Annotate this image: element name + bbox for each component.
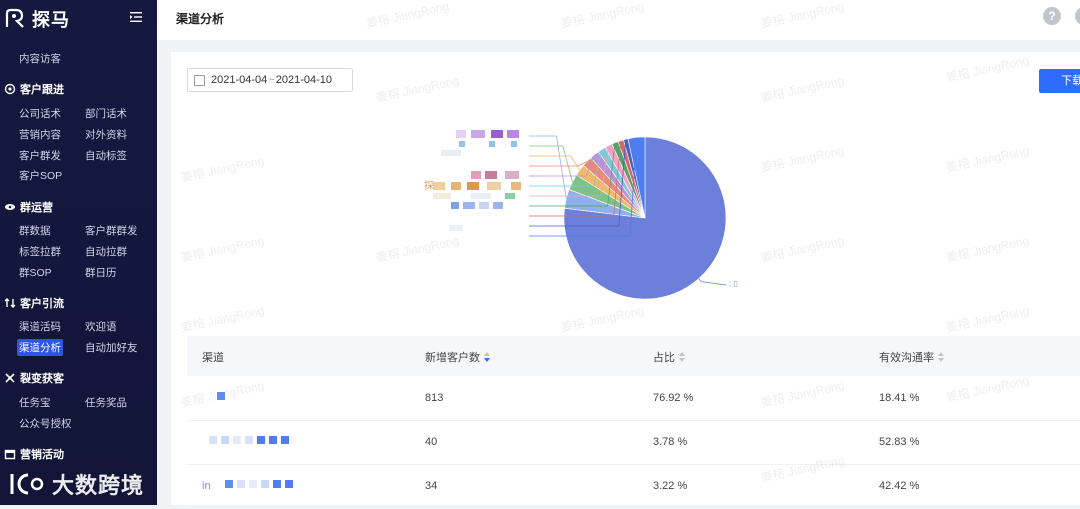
sidebar-item-company-scripts[interactable]: 公司话术: [19, 106, 61, 121]
top-header: 渠道分析 ?: [157, 0, 1080, 40]
sidebar-item-group-calendar[interactable]: 群日历: [85, 265, 117, 280]
sidebar-section-title: 营销活动: [20, 449, 64, 461]
overlay-brand-watermark: 大数跨境: [8, 468, 144, 500]
sidebar-item-task-treasure[interactable]: 任务宝: [19, 395, 51, 410]
help-icon[interactable]: ?: [1043, 7, 1061, 25]
sidebar-section-title: 客户跟进: [20, 84, 64, 96]
channel-name-mosaic: [209, 436, 289, 446]
sidebar-item-auto-add-friends[interactable]: 自动加好友: [85, 340, 138, 355]
sidebar-section-customer-followup[interactable]: 客户跟进: [4, 81, 64, 97]
cell-ratio: 76.92 %: [653, 392, 694, 404]
channel-pie-chart[interactable]: 探 ; ▯: [171, 52, 1080, 322]
sidebar-item-department-scripts[interactable]: 部门话术: [85, 106, 127, 121]
pie-leader-line: [529, 135, 567, 199]
calendar-icon: [4, 449, 16, 460]
cell-new-customers: 40: [425, 436, 438, 448]
sidebar-item-content-visitors[interactable]: 内容访客: [19, 51, 61, 66]
sort-caret-icon[interactable]: [938, 352, 945, 362]
menu-collapse-icon[interactable]: [129, 10, 143, 24]
column-header-channel: 渠道: [202, 349, 224, 365]
target-icon: [4, 83, 16, 95]
sort-caret-icon[interactable]: [679, 352, 686, 362]
table-row[interactable]: 813 76.92 % 18.41 %: [187, 376, 1080, 421]
sidebar-section-title: 裂变获客: [20, 373, 64, 385]
column-header-new-customers[interactable]: 新增客户数: [425, 349, 491, 365]
sidebar-item-customer-broadcast[interactable]: 客户群发: [19, 148, 61, 163]
channel-name-mosaic: [225, 480, 293, 490]
app-name: 探马: [32, 10, 70, 30]
page-title: 渠道分析: [176, 12, 225, 26]
column-header-ratio[interactable]: 占比: [653, 349, 686, 365]
sort-caret-icon[interactable]: [484, 352, 491, 362]
sidebar-section-customer-acquisition[interactable]: 客户引流: [4, 295, 64, 311]
cell-new-customers: 813: [425, 392, 444, 404]
sidebar-item-channel-qrcode[interactable]: 渠道活码: [19, 319, 61, 334]
sidebar-item-official-account-auth[interactable]: 公众号授权: [19, 416, 72, 431]
transfer-icon: [4, 298, 16, 308]
sidebar-item-group-broadcast[interactable]: 客户群群发: [85, 223, 138, 238]
sidebar-item-customer-sop[interactable]: 客户SOP: [19, 168, 62, 183]
cell-new-customers: 34: [425, 480, 438, 492]
table-row[interactable]: 40 3.78 % 52.83 %: [187, 420, 1080, 465]
sidebar-item-marketing-content[interactable]: 营销内容: [19, 127, 61, 142]
pie-leader-line: [529, 155, 581, 171]
eye-icon: [5, 204, 15, 210]
sidebar-section-marketing-events[interactable]: 营销活动: [4, 446, 64, 462]
sidebar: 探马 内容访客 客户跟进 公司话术 部门话术 营销内容 对外资料 客户群发 自动…: [0, 0, 157, 505]
pie-leader-line: [698, 278, 727, 286]
cell-effective-rate: 42.42 %: [879, 480, 920, 492]
sidebar-section-title: 群运营: [20, 202, 53, 214]
user-menu-icon[interactable]: [1075, 7, 1080, 25]
tanma-logo-icon: [5, 8, 24, 28]
channel-name-mosaic: [217, 392, 225, 402]
column-header-effective-rate[interactable]: 有效沟通率: [879, 349, 945, 365]
pie-leader-line: [529, 145, 573, 183]
fission-icon: [5, 373, 15, 383]
table-row[interactable]: in 34 3.22 % 42.42 %: [187, 464, 1080, 509]
column-label: 占比: [653, 352, 675, 364]
sidebar-item-welcome-message[interactable]: 欢迎语: [85, 319, 117, 334]
column-label: 渠道: [202, 352, 224, 364]
cell-ratio: 3.78 %: [653, 436, 688, 448]
cell-channel: in: [202, 480, 211, 492]
pie-main-label-text: ; ▯: [729, 279, 738, 288]
pie-leader-line: [529, 161, 588, 167]
sidebar-item-task-rewards[interactable]: 任务奖品: [85, 395, 127, 410]
sidebar-section-fission[interactable]: 裂变获客: [4, 370, 64, 386]
sidebar-item-auto-group-pull[interactable]: 自动拉群: [85, 244, 127, 259]
cell-ratio: 3.22 %: [653, 480, 688, 492]
sidebar-item-tag-group-pull[interactable]: 标签拉群: [19, 244, 61, 259]
table-header: 渠道 新增客户数 占比 有效沟通率: [187, 336, 1080, 376]
column-label: 有效沟通率: [879, 352, 934, 364]
channel-analysis-card: 2021-04-04 ~ 2021-04-10 下载 探 ; ▯ 渠道 新增客户…: [171, 52, 1080, 509]
cell-effective-rate: 18.41 %: [879, 392, 920, 404]
cell-effective-rate: 52.83 %: [879, 436, 920, 448]
sidebar-item-auto-tags[interactable]: 自动标签: [85, 148, 127, 163]
sidebar-item-external-materials[interactable]: 对外资料: [85, 127, 127, 142]
sidebar-item-group-sop[interactable]: 群SOP: [19, 265, 52, 280]
sidebar-section-group-operations[interactable]: 群运营: [4, 199, 53, 215]
app-logo[interactable]: 探马: [4, 6, 70, 32]
pie-legend-mosaic-label: 探: [424, 179, 434, 192]
sidebar-item-group-data[interactable]: 群数据: [19, 223, 51, 238]
svg-text:探: 探: [424, 179, 434, 192]
pie-legend-mosaic: [433, 130, 521, 231]
pie-main-slice-label: ; ▯: [729, 279, 738, 288]
column-label: 新增客户数: [425, 352, 480, 364]
brand-watermark-text: 大数跨境: [52, 473, 145, 498]
sidebar-item-channel-analysis[interactable]: 渠道分析: [17, 339, 63, 356]
brand-watermark-icon: [10, 473, 44, 495]
sidebar-section-title: 客户引流: [20, 298, 64, 310]
